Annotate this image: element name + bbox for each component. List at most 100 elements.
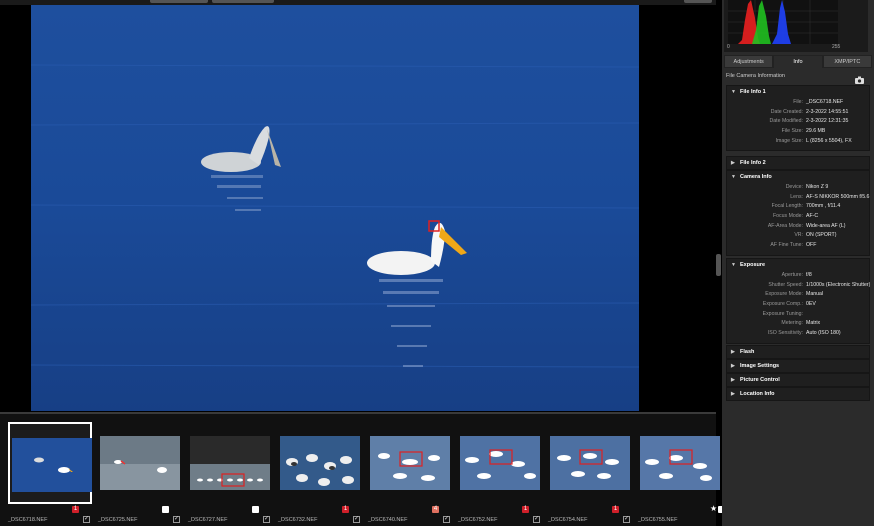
select-checkbox[interactable]: ✓ xyxy=(83,516,90,523)
rating-star-icon[interactable]: ★ xyxy=(710,504,717,513)
info-row: Focal Length: 700mm , f/11.4 xyxy=(727,202,869,212)
tab-info[interactable]: Info xyxy=(773,55,823,68)
thumbnail-filename: _DSC6725.NEF xyxy=(98,517,138,523)
section-header[interactable]: ▶ Location Info xyxy=(727,388,869,400)
thumbnail-meta: ★ _DSC6755.NEF xyxy=(638,504,728,526)
filmstrip-thumbnail[interactable] xyxy=(188,422,272,504)
info-key: AF Fine Tune: xyxy=(770,242,803,249)
camera-icon[interactable] xyxy=(855,71,864,84)
collapse-triangle-icon[interactable]: ▶ xyxy=(731,360,735,372)
section-title: Camera Info xyxy=(740,174,772,180)
section-image-settings: ▶ Image Settings xyxy=(726,359,870,373)
section-header[interactable]: ▶ File Info 2 xyxy=(727,157,869,169)
info-row: File Size: 29.6 MB xyxy=(727,127,869,137)
thumbnail-filename: _DSC6740.NEF xyxy=(368,517,408,523)
thumbnail-filename: _DSC6727.NEF xyxy=(188,517,228,523)
expand-triangle-icon[interactable]: ▼ xyxy=(731,171,736,183)
thumbnail-image xyxy=(190,436,270,490)
color-label-badge[interactable]: 1 xyxy=(612,506,619,513)
section-header[interactable]: ▶ Picture Control xyxy=(727,374,869,386)
info-value: 1/1000s (Electronic Shutter) xyxy=(806,281,871,288)
select-checkbox[interactable]: ✓ xyxy=(353,516,360,523)
select-checkbox[interactable]: ✓ xyxy=(173,516,180,523)
color-label-badge[interactable]: 1 xyxy=(522,506,529,513)
section-header[interactable]: ▼ File Info 1 xyxy=(727,86,869,98)
info-row: AF-Area Mode: Wide-area AF (L) xyxy=(727,222,869,232)
section-flash: ▶ Flash xyxy=(726,345,870,359)
thumbnail-image xyxy=(460,436,540,490)
filmstrip-thumbnail[interactable] xyxy=(98,422,182,504)
info-row: Date Modified: 2-3-2022 12:31:35 xyxy=(727,117,869,127)
tab-adjustments[interactable]: Adjustments xyxy=(724,55,774,68)
thumbnail-image xyxy=(280,436,360,490)
panel-resize-handle[interactable] xyxy=(716,254,721,276)
info-value: L (8256 x 5504), FX xyxy=(806,137,852,144)
color-label-badge[interactable] xyxy=(162,506,169,513)
main-photo[interactable] xyxy=(31,5,639,411)
info-key: File: xyxy=(793,99,803,105)
toolbar-button[interactable] xyxy=(212,0,274,3)
info-value: 2-3-2022 12:31:35 xyxy=(806,118,849,125)
thumbnail-filename: _DSC6732.NEF xyxy=(278,517,318,523)
section-title: File Info 2 xyxy=(740,160,766,166)
info-row: Focus Mode: AF-C xyxy=(727,212,869,222)
info-value: AF-C xyxy=(806,213,819,220)
section-header[interactable]: ▼ Camera Info xyxy=(727,171,869,183)
section-title: Picture Control xyxy=(740,377,780,383)
select-checkbox[interactable]: ✓ xyxy=(443,516,450,523)
thumbnail-meta: 1 _DSC6752.NEF ✓ xyxy=(458,504,548,526)
histogram-max-label: 255 xyxy=(832,44,841,50)
toolbar-button[interactable] xyxy=(684,0,712,3)
expand-triangle-icon[interactable]: ▼ xyxy=(731,259,736,271)
filmstrip-thumbnail[interactable] xyxy=(368,422,452,504)
thumbnail-filename: _DSC6754.NEF xyxy=(548,517,588,523)
filmstrip-thumbnail[interactable] xyxy=(458,422,542,504)
toolbar-button[interactable] xyxy=(150,0,208,3)
thumbnail-meta: 1 _DSC6754.NEF ✓ xyxy=(548,504,638,526)
thumbnail-image xyxy=(640,436,720,490)
section-file-info-1: ▼ File Info 1 File: _DSC6718.NEF Date Create… xyxy=(726,85,870,152)
select-checkbox[interactable]: ✓ xyxy=(623,516,630,523)
expand-triangle-icon[interactable]: ▼ xyxy=(731,86,736,98)
section-title: Exposure xyxy=(740,262,766,268)
panel-tabs: Adjustments Info XMP/IPTC xyxy=(724,55,872,68)
color-label-badge[interactable]: 1 xyxy=(72,506,79,513)
collapse-triangle-icon[interactable]: ▶ xyxy=(731,346,735,358)
info-key: File Size: xyxy=(781,128,803,135)
collapse-triangle-icon[interactable]: ▶ xyxy=(731,374,735,386)
filmstrip-thumbnail[interactable] xyxy=(638,422,722,504)
thumbnail-meta: 4 _DSC6740.NEF ✓ xyxy=(368,504,458,526)
info-key: Aperture: xyxy=(781,272,803,278)
collapse-triangle-icon[interactable]: ▶ xyxy=(731,388,735,400)
section-header[interactable]: ▼ Exposure xyxy=(727,259,869,271)
section-header[interactable]: ▶ Image Settings xyxy=(727,360,869,372)
tab-xmp-iptc[interactable]: XMP/IPTC xyxy=(822,55,872,68)
info-value: Matrix xyxy=(806,320,821,327)
thumbnail-image xyxy=(100,436,180,490)
section-title: Image Settings xyxy=(740,363,780,369)
color-label-badge[interactable]: 4 xyxy=(432,506,439,513)
info-key: Exposure Tuning: xyxy=(762,310,803,317)
color-label-badge[interactable]: 1 xyxy=(342,506,349,513)
filmstrip-thumbnail[interactable] xyxy=(278,422,362,504)
info-row: Lens: AF-S NIKKOR 500mm f/5.6 xyxy=(727,193,869,203)
info-row: File: _DSC6718.NEF xyxy=(727,98,869,108)
select-checkbox[interactable]: ✓ xyxy=(263,516,270,523)
info-value: Auto (ISO 180) xyxy=(806,330,841,337)
info-key: Date Modified: xyxy=(769,118,803,125)
section-title: Flash xyxy=(740,349,755,355)
thumbnail-filename: _DSC6755.NEF xyxy=(638,517,678,523)
color-label-badge[interactable] xyxy=(252,506,259,513)
filmstrip-thumbnail[interactable] xyxy=(8,422,92,504)
select-checkbox[interactable]: ✓ xyxy=(533,516,540,523)
image-viewer[interactable] xyxy=(0,0,716,412)
right-panel: 0 255 Adjustments Info XMP/IPTC File Cam… xyxy=(722,0,874,526)
info-key: Lens: xyxy=(790,193,803,200)
info-row: ISO Sensitivity: Auto (ISO 180) xyxy=(727,329,869,339)
info-row: Device: Nikon Z 9 xyxy=(727,183,869,193)
info-value: ON (SPORT) xyxy=(806,232,837,239)
filmstrip-thumbnail[interactable] xyxy=(548,422,632,504)
section-header[interactable]: ▶ Flash xyxy=(727,346,869,358)
thumbnail-image xyxy=(370,436,450,490)
collapse-triangle-icon[interactable]: ▶ xyxy=(731,157,735,169)
